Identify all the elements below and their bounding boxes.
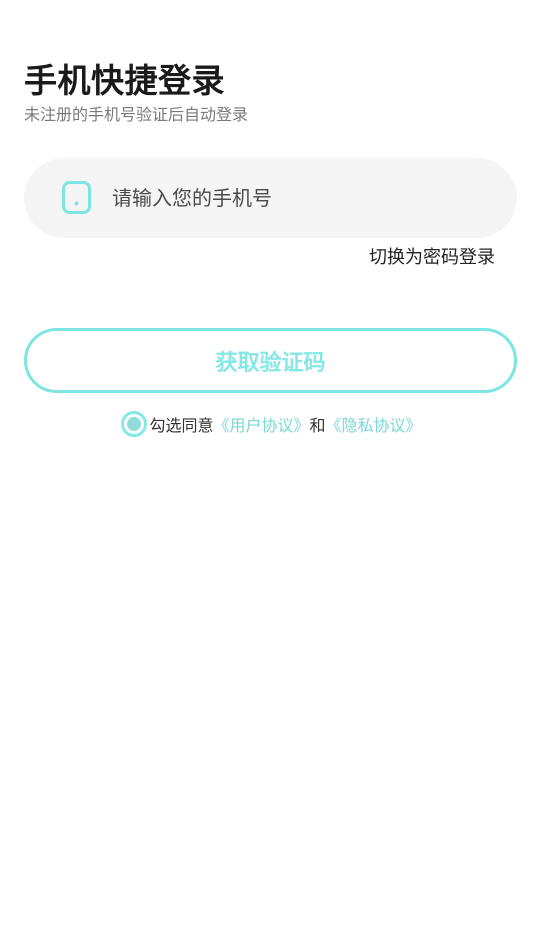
login-page: 手机快捷登录 未注册的手机号验证后自动登录 切换为密码登录 获取验证码 勾选同意… [0,0,543,949]
agreement-row: 勾选同意 《用户协议》 和 《隐私协议》 [0,410,543,438]
user-agreement-link[interactable]: 《用户协议》 [213,412,309,436]
phone-icon [62,181,91,214]
agreement-conjunction: 和 [309,416,326,435]
switch-to-password-login-link[interactable]: 切换为密码登录 [369,245,495,271]
page-title: 手机快捷登录 [24,61,225,100]
get-verification-code-button[interactable]: 获取验证码 [24,328,517,393]
phone-field[interactable] [24,158,517,238]
agreement-prefix: 勾选同意 [149,416,214,435]
page-subtitle: 未注册的手机号验证后自动登录 [24,105,249,124]
privacy-agreement-link[interactable]: 《隐私协议》 [326,412,422,436]
radio-checked-dot-icon [127,417,142,431]
agreement-radio[interactable] [121,411,148,437]
phone-input[interactable] [112,178,492,218]
